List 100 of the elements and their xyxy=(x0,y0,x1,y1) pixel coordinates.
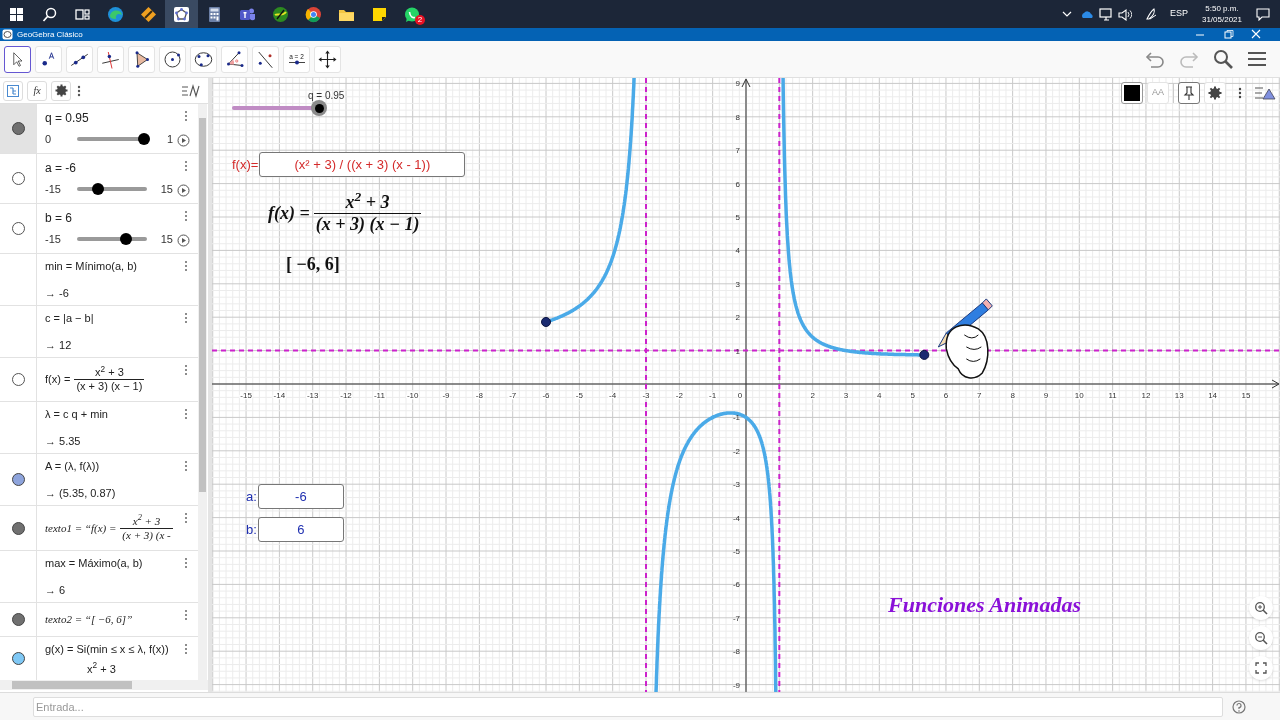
angle-icon xyxy=(224,48,245,70)
title-text: Funciones Animadas xyxy=(888,591,1081,619)
slider-label: q = 0.95 xyxy=(45,109,89,126)
axis-label: -6 xyxy=(732,580,740,590)
axis-label: -11 xyxy=(373,391,385,400)
network-icon[interactable] xyxy=(1098,7,1113,21)
horizontal-scrollbar[interactable] xyxy=(0,680,208,690)
axis-label: -2 xyxy=(732,446,740,456)
axis-label: 6 xyxy=(735,179,740,189)
circle-icon xyxy=(162,48,183,70)
slider[interactable] xyxy=(77,233,147,245)
interval-text: [ −6, 6] xyxy=(286,253,340,276)
axis-label: 5 xyxy=(910,391,915,400)
play-icon[interactable] xyxy=(177,184,190,197)
menu-icon[interactable] xyxy=(1246,49,1268,69)
color-button[interactable] xyxy=(1121,82,1143,104)
pin-button[interactable] xyxy=(1178,82,1200,104)
axis-label: 4 xyxy=(877,391,882,400)
axis-label: 15 xyxy=(1241,391,1251,400)
speaker-icon[interactable] xyxy=(1117,7,1132,21)
input-field[interactable]: 6 xyxy=(257,517,344,542)
point[interactable] xyxy=(919,349,930,360)
axis-label: 9 xyxy=(735,79,740,89)
input-field[interactable]: Entrada... xyxy=(33,696,1223,717)
axis-label: -5 xyxy=(575,391,583,400)
view-toggle-button[interactable] xyxy=(3,80,23,101)
help-icon[interactable] xyxy=(1232,699,1246,714)
input-label: a: xyxy=(246,487,257,506)
zoom-in-icon xyxy=(1254,601,1268,615)
input-field[interactable]: -6 xyxy=(257,484,344,509)
definition-text: A = (λ, f(λ)) xyxy=(45,459,100,474)
slider-min: -15 xyxy=(45,181,62,197)
globe-icon xyxy=(272,5,289,23)
zoom-out-icon xyxy=(1254,631,1268,645)
axis-label: 5 xyxy=(735,213,740,222)
axis-label: 7 xyxy=(735,146,740,156)
search-icon xyxy=(41,5,58,23)
input-field[interactable]: (x² + 3) / ((x + 3) (x - 1)) xyxy=(259,152,466,177)
slider-thumb[interactable] xyxy=(92,183,104,195)
axis-label: -7 xyxy=(732,613,740,623)
axis-label: 0 xyxy=(737,391,743,400)
denominator: (x + 3) (x - xyxy=(120,527,173,542)
slider-max: 1 xyxy=(165,131,173,147)
numerator: x$^{2}$ + 3 xyxy=(94,366,125,379)
function-button[interactable]: fx xyxy=(27,80,47,101)
row-marker[interactable] xyxy=(0,104,37,153)
point[interactable] xyxy=(541,316,551,327)
slider-label: b = 6 xyxy=(45,209,73,226)
notifications-icon[interactable] xyxy=(1256,7,1270,21)
play-icon[interactable] xyxy=(177,234,190,247)
move-arrows-icon xyxy=(317,48,338,70)
slider-thumb[interactable] xyxy=(120,233,132,245)
axis-label: -9 xyxy=(442,391,450,400)
numerator: x$^{2}$ + 3 xyxy=(344,192,391,213)
input-label: f(x)= xyxy=(232,155,259,174)
axis-label: 1 xyxy=(735,346,740,356)
settings-button[interactable] xyxy=(1204,82,1226,104)
search-icon[interactable] xyxy=(1212,48,1234,70)
slider-max: 15 xyxy=(159,181,173,197)
formula-lhs: texto1 = “f(x) = xyxy=(45,520,117,536)
slider-thumb[interactable] xyxy=(137,133,150,145)
slider[interactable] xyxy=(232,100,324,116)
undo-icon[interactable] xyxy=(1144,49,1166,69)
zoom-in-button[interactable] xyxy=(1249,596,1273,620)
clock-time[interactable]: 5:50 p.m. xyxy=(1205,3,1239,14)
more-icon[interactable] xyxy=(77,84,81,97)
zoom-out-button[interactable] xyxy=(1249,626,1273,650)
pen-icon[interactable] xyxy=(1143,7,1158,21)
axis-label: 2 xyxy=(735,313,740,323)
window-title: GeoGebra Clásico xyxy=(17,29,83,41)
style-bar-icon[interactable] xyxy=(181,83,201,98)
vertical-scrollbar[interactable] xyxy=(198,104,207,680)
clock-date[interactable]: 31/05/2021 xyxy=(1201,14,1242,25)
chevron-up-icon[interactable] xyxy=(1061,10,1072,18)
taskbar-button[interactable] xyxy=(165,0,198,28)
axis-label: 11 xyxy=(1108,391,1117,400)
axis-label: 14 xyxy=(1208,391,1218,400)
slider[interactable] xyxy=(77,183,147,195)
taskbar-button[interactable]: 2 xyxy=(396,0,429,28)
windows-icon xyxy=(8,5,25,23)
axis-label: -7 xyxy=(509,391,517,400)
axis-label: 8 xyxy=(735,112,740,122)
numerator: x$^{2}$ + 3 xyxy=(131,514,162,528)
denominator: (x + 3) (x − 1) xyxy=(74,379,145,393)
slider-thumb[interactable] xyxy=(311,100,328,116)
style-bar-icon[interactable] xyxy=(1254,85,1276,101)
axis-label: -2 xyxy=(675,391,683,400)
more-icon[interactable] xyxy=(1238,87,1242,99)
axis-label: 9 xyxy=(1043,391,1049,400)
axis-label: 3 xyxy=(735,279,740,289)
language-indicator[interactable]: ESP xyxy=(1169,7,1188,21)
fullscreen-button[interactable] xyxy=(1249,656,1273,680)
play-icon[interactable] xyxy=(177,134,190,147)
cloud-icon[interactable] xyxy=(1079,9,1094,19)
settings-button[interactable] xyxy=(51,80,71,101)
axis-label: -13 xyxy=(306,391,319,400)
slider[interactable] xyxy=(77,133,147,145)
slider-label: q = 0.95 xyxy=(308,89,345,103)
axis-label: -6 xyxy=(542,391,550,400)
axis-label: 10 xyxy=(1074,391,1084,400)
